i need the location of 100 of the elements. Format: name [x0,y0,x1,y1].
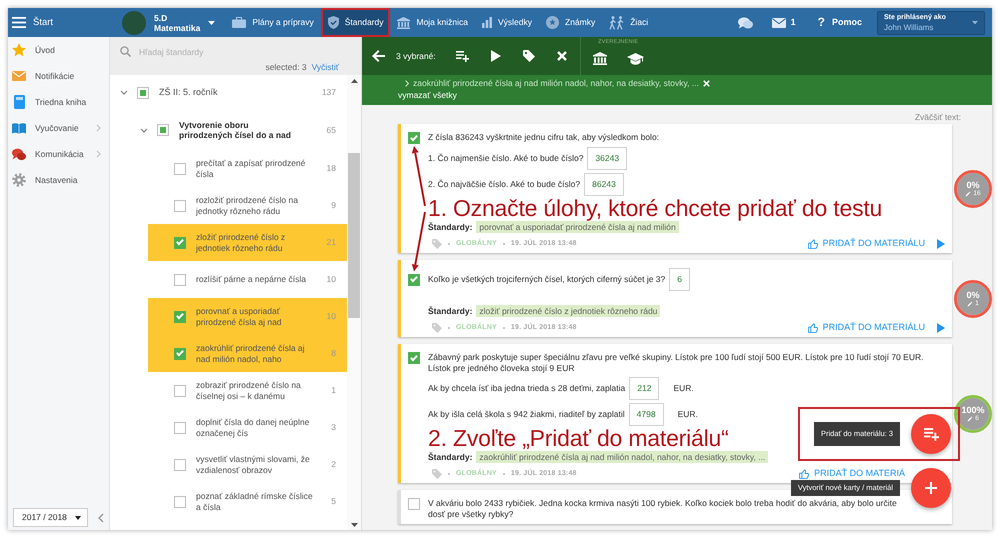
add-to-material-link[interactable]: PRIDAŤ DO MATERIÁLU [822,322,925,333]
chat-bubbles-icon[interactable] [738,16,753,28]
tree-checkbox[interactable] [174,496,186,508]
search-field[interactable]: Hľadaj štandardy [139,44,319,58]
year-select[interactable]: 2017 / 2018 [13,508,88,527]
tree-checkbox[interactable] [174,274,186,286]
task-checkbox[interactable] [408,352,420,364]
tree-checkbox[interactable] [137,86,149,98]
tree-checkbox[interactable] [174,422,186,434]
nav-tab[interactable]: Výsledky [474,8,539,37]
tree-item[interactable]: Vytvorenie oboru prirodzených čísel do a nad 65 [110,110,347,150]
tree-checkbox[interactable] [174,348,186,360]
question-text: Ak by chcela ísť iba jedna trieda s 28 deťmi, zaplatia [428,383,626,394]
close-icon[interactable] [556,51,567,61]
annotation-note: 2. Zvoľte „Pridať do materiálu“ [428,426,729,450]
tree-item[interactable]: zložiť prirodzené číslo z jednotiek rôzneho rádu 21 [148,224,347,261]
tree-count: 9 [331,200,336,211]
tree-item[interactable]: vysvetliť vlastnými slovami, že vzdialenosť obrazov 2 [148,446,347,483]
tree-item[interactable]: prečítať a zapísať prirodzené čísla 18 [148,150,347,187]
sidebar-item[interactable]: Úvod [8,37,109,63]
question-text: Ak by išla celá škola s 942 žiakmi, riaditeľ by zaplatil [428,409,625,420]
standard-tag: zložiť prirodzené číslo z jednotiek rôzneho rádu [476,305,660,317]
bank-icon[interactable] [592,52,607,65]
nav-tab[interactable]: Štandardy [320,8,390,37]
playlist-add-icon[interactable] [456,50,469,62]
unit-label: EUR. [673,383,694,394]
chevron-down-icon[interactable] [140,128,148,132]
tree-label: rozložiť prirodzené číslo na jednotky rôzneho rádu [196,195,299,216]
scroll-up-icon[interactable] [350,79,358,83]
graduation-cap-icon[interactable] [626,52,644,64]
answer-field[interactable]: 36243 [587,147,628,170]
arrow-left-icon[interactable] [372,50,385,62]
tree-checkbox[interactable] [174,200,186,212]
tree-label: zložiť prirodzené číslo z jednotiek rôzneho rádu [196,232,286,253]
pencil-icon [965,190,972,196]
chevron-down-icon[interactable] [120,90,128,95]
envelope-icon [12,71,26,81]
task-checkbox[interactable] [408,498,420,510]
tree-count: 5 [331,496,336,507]
tree-checkbox[interactable] [157,124,169,136]
search-bar[interactable]: Hľadaj štandardy [110,37,361,62]
help-button[interactable]: ? Pomoc [818,15,862,30]
tree-checkbox[interactable] [174,384,186,396]
tree-checkbox[interactable] [174,236,186,248]
tree-count: 3 [331,422,336,433]
tree-count: 10 [326,311,336,322]
shield-icon [328,16,339,29]
menu-icon[interactable] [12,17,26,28]
scrollbar[interactable] [347,75,361,530]
nav-tab[interactable]: Plány a prípravy [225,8,321,37]
scrollbar-thumb[interactable] [348,153,360,318]
standards-label: Štandardy: [428,452,472,462]
question-text: 1. Čo najmenšie číslo. Aké to bude číslo? [428,153,584,164]
gear-icon [12,173,26,187]
nav-tab[interactable]: Moja knižnica [390,8,475,37]
tree-item[interactable]: zobraziť prirodzené číslo na číselnej osi – k danému 1 [148,372,347,409]
tree-count: 10 [326,274,336,285]
add-to-material-link[interactable]: PRIDAŤ DO MATERIÁLU [822,238,925,249]
sidebar-item[interactable]: Vyučovanie [8,115,109,141]
start-link[interactable]: Štart [33,16,54,28]
thumbs-up-icon[interactable] [799,468,810,478]
sidebar-item[interactable]: Nastavenia [8,167,109,193]
chevron-left-icon[interactable] [98,512,104,522]
tree-item[interactable]: poznať základné rímske číslice a čísla 5 [148,483,347,520]
tree-item[interactable]: doplniť čísla do danej neúplne označenej čís 3 [148,409,347,446]
tree-item[interactable]: rozložiť prirodzené číslo na jednotky rôzneho rádu 9 [148,187,347,224]
answer-field[interactable]: 6 [669,268,690,291]
messages-button[interactable]: 1 [772,16,796,28]
tree-checkbox[interactable] [174,310,186,322]
open-book-icon [12,122,26,134]
answer-field[interactable]: 4798 [628,403,664,426]
tag-icon[interactable] [522,50,535,62]
tree-item[interactable]: porovnať a usporiadať prirodzené čísla aj nad 10 [148,298,347,335]
task-checkbox[interactable] [408,274,420,286]
sidebar-item[interactable]: Triedna kniha [8,89,109,115]
tree-item[interactable]: ZŠ II: 5. ročník 137 [110,75,347,110]
scroll-down-icon[interactable] [350,523,358,527]
photo-placeholder [122,10,146,34]
answer-field[interactable]: 86243 [584,173,624,196]
answer-field[interactable]: 212 [629,377,660,400]
class-selector[interactable]: 5.D Matematika [122,8,216,37]
tree-item[interactable]: zaokrúhliť prirodzené čísla aj nad milión nadol, naho 8 [148,335,347,372]
tree-item[interactable]: rozlíšiť párne a nepárne čísla 10 [148,261,347,298]
question-text: Koľko je všetkých trojciferných čísel, ktorých ciferný súčet je 3? [428,274,666,285]
tree-label: doplniť čísla do danej neúplne označenej čís [196,417,310,438]
sidebar-item[interactable]: Komunikácia [8,141,109,167]
sidebar-item[interactable]: Notifikácie [8,63,109,89]
nav-tab[interactable]: Žiaci [602,8,656,37]
clear-all-link[interactable]: vymazať všetky [398,90,457,100]
tree-checkbox[interactable] [174,458,186,470]
play-icon[interactable] [490,50,501,62]
thumbs-up-icon[interactable] [808,238,818,248]
question-text: 2. Čo najväčšie číslo. Aké to bude číslo? [428,179,580,190]
nav-tab[interactable]: Známky [539,8,602,37]
clear-link[interactable]: Vyčistiť [312,62,339,72]
close-icon[interactable] [702,80,710,86]
task-checkbox[interactable] [408,132,420,144]
tree-checkbox[interactable] [174,162,186,174]
add-to-material-link[interactable]: PRIDAŤ DO MATERIÁ [814,468,905,479]
thumbs-up-icon[interactable] [808,322,818,332]
